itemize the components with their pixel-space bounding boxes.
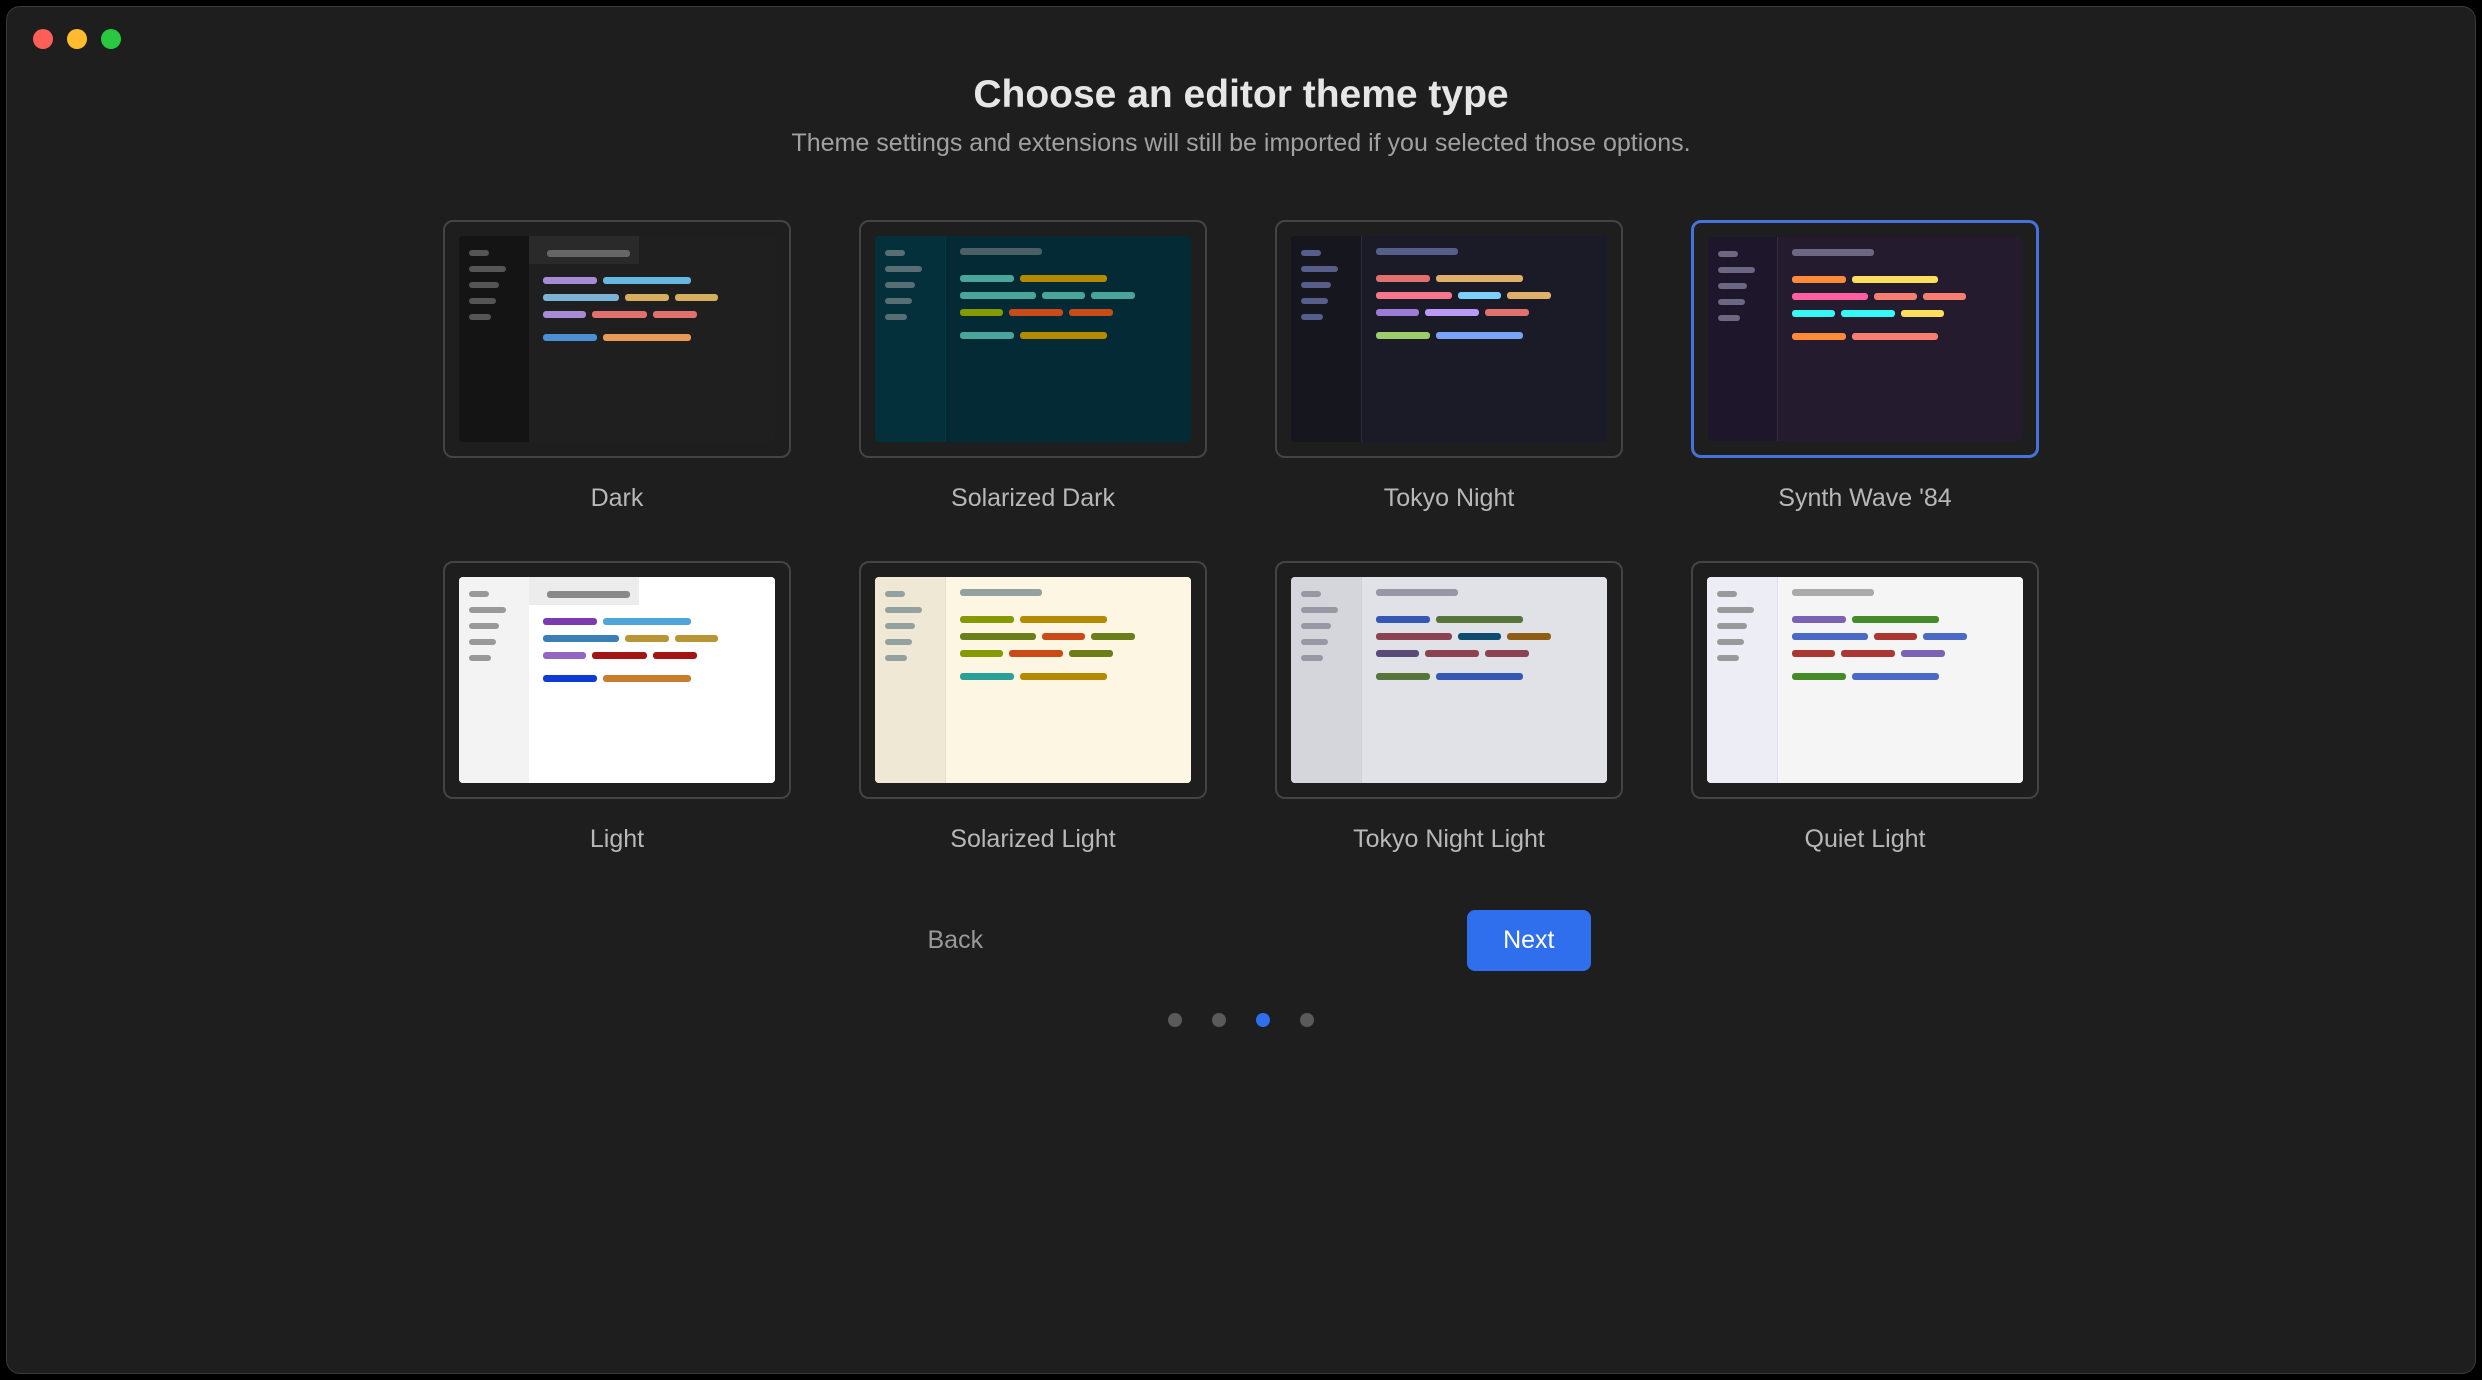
theme-option-quiet-light[interactable]: Quiet Light <box>1691 561 2039 854</box>
theme-option-solarized-dark[interactable]: Solarized Dark <box>859 220 1207 513</box>
theme-label: Solarized Light <box>950 825 1115 854</box>
theme-option-tokyo-night[interactable]: Tokyo Night <box>1275 220 1623 513</box>
step-indicator <box>1168 1013 1314 1027</box>
page-title: Choose an editor theme type <box>973 73 1508 117</box>
theme-label: Synth Wave '84 <box>1778 484 1951 513</box>
theme-preview-dark <box>443 220 791 458</box>
theme-preview-quiet-light <box>1691 561 2039 799</box>
theme-label: Quiet Light <box>1805 825 1926 854</box>
onboarding-content: Choose an editor theme type Theme settin… <box>7 7 2475 1027</box>
close-window-button[interactable] <box>33 29 53 49</box>
theme-option-solarized-light[interactable]: Solarized Light <box>859 561 1207 854</box>
step-dot-2[interactable] <box>1212 1013 1226 1027</box>
theme-preview-tokyo-night-light <box>1275 561 1623 799</box>
minimize-window-button[interactable] <box>67 29 87 49</box>
theme-preview-tokyo-night <box>1275 220 1623 458</box>
back-button[interactable]: Back <box>892 910 1020 971</box>
app-window: Choose an editor theme type Theme settin… <box>6 6 2476 1374</box>
step-dot-3[interactable] <box>1256 1013 1270 1027</box>
themes-grid: Dark <box>443 220 2039 854</box>
step-dot-4[interactable] <box>1300 1013 1314 1027</box>
theme-label: Tokyo Night Light <box>1353 825 1545 854</box>
step-dot-1[interactable] <box>1168 1013 1182 1027</box>
maximize-window-button[interactable] <box>101 29 121 49</box>
theme-label: Dark <box>591 484 644 513</box>
page-subtitle: Theme settings and extensions will still… <box>791 129 1690 158</box>
theme-option-light[interactable]: Light <box>443 561 791 854</box>
theme-preview-solarized-dark <box>859 220 1207 458</box>
nav-buttons: Back Next <box>892 910 1591 971</box>
theme-preview-light <box>443 561 791 799</box>
next-button[interactable]: Next <box>1467 910 1590 971</box>
theme-option-tokyo-night-light[interactable]: Tokyo Night Light <box>1275 561 1623 854</box>
theme-preview-solarized-light <box>859 561 1207 799</box>
theme-label: Solarized Dark <box>951 484 1115 513</box>
theme-label: Tokyo Night <box>1384 484 1515 513</box>
window-controls <box>33 29 121 49</box>
theme-preview-synth-wave-84 <box>1691 220 2039 458</box>
theme-option-synth-wave-84[interactable]: Synth Wave '84 <box>1691 220 2039 513</box>
theme-label: Light <box>590 825 644 854</box>
theme-option-dark[interactable]: Dark <box>443 220 791 513</box>
